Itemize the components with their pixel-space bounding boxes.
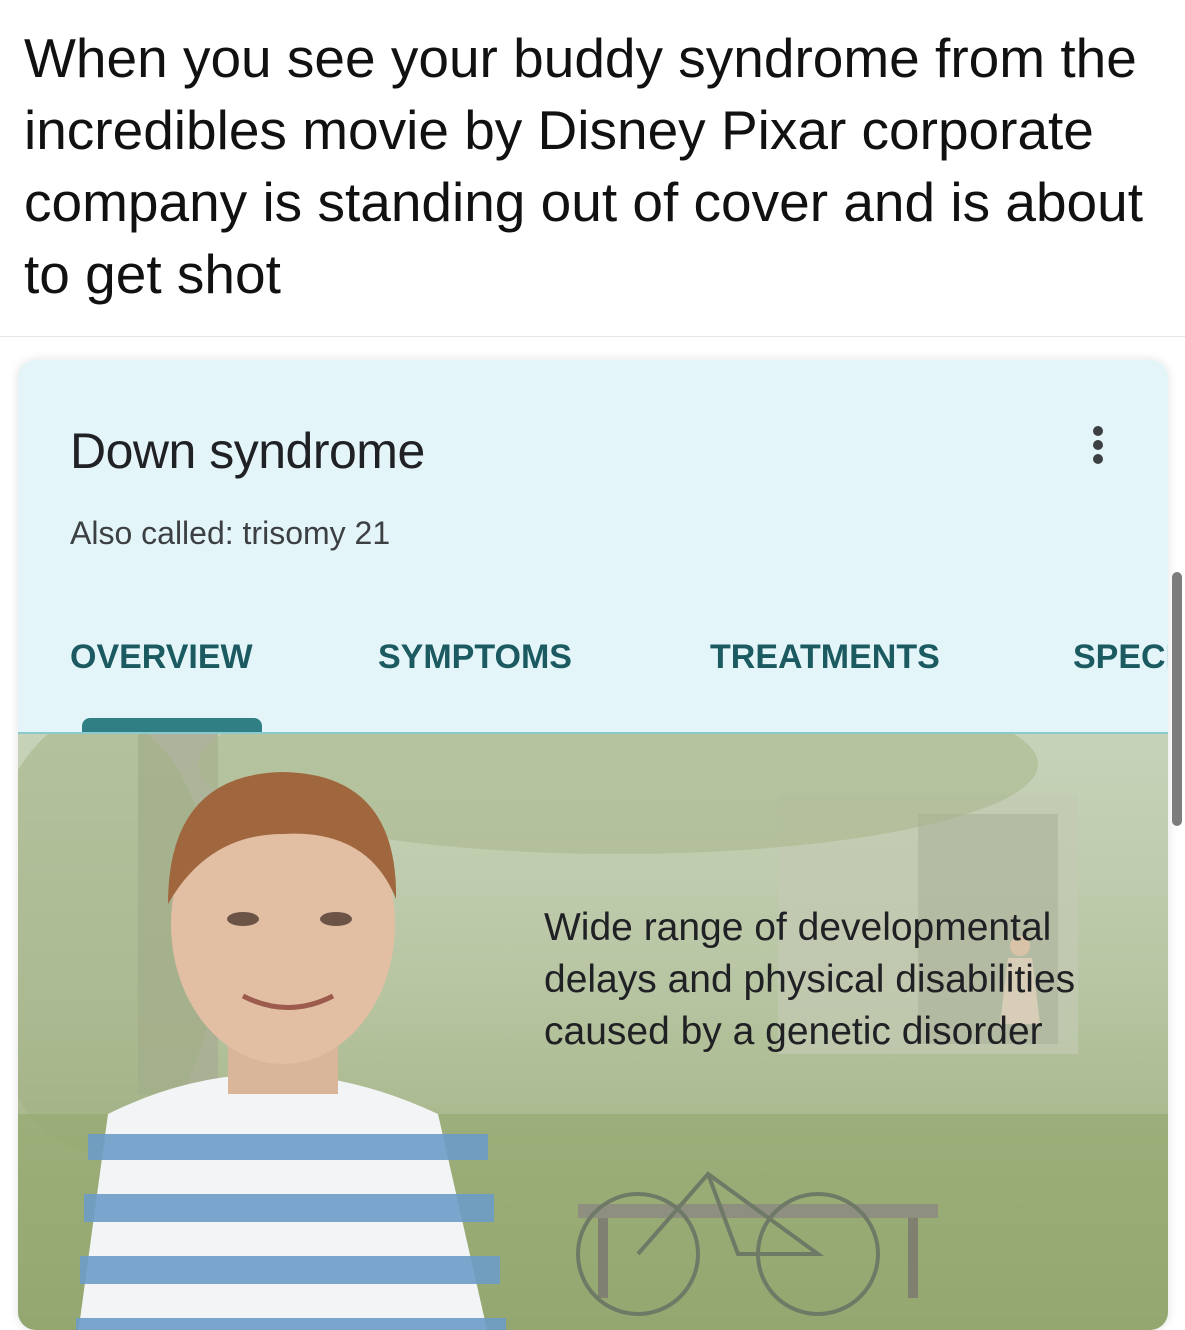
tab-overview[interactable]: OVERVIEW — [70, 638, 253, 677]
tab-treatments[interactable]: TREATMENTS — [710, 638, 940, 677]
knowledge-panel-header: Down syndrome Also called: trisomy 21 OV… — [18, 360, 1168, 732]
shirt-stripe — [84, 1194, 494, 1222]
panel-subtitle: Also called: trisomy 21 — [70, 515, 391, 551]
hero-illustration: Wide range of developmental delays and p… — [18, 732, 1168, 1330]
tab-bar: OVERVIEW SYMPTOMS TREATMENTS SPECIALISTS — [18, 630, 1168, 732]
more-vert-icon-dot — [1093, 454, 1103, 464]
shirt-stripe — [80, 1256, 500, 1284]
selected-tab-indicator — [82, 718, 262, 732]
meme-caption: When you see your buddy syndrome from th… — [24, 27, 1144, 305]
bench-leg — [908, 1218, 918, 1298]
tab-specialists[interactable]: SPECIALISTS — [1073, 638, 1168, 677]
more-vert-icon — [1093, 426, 1103, 436]
more-options-button[interactable] — [1078, 418, 1118, 468]
tab-symptoms[interactable]: SYMPTOMS — [378, 638, 572, 677]
bench-leg — [598, 1218, 608, 1298]
caption-divider — [0, 336, 1185, 337]
hero-description: Wide range of developmental delays and p… — [544, 906, 1076, 1053]
boy-eye — [227, 912, 259, 926]
panel-title: Down syndrome — [70, 423, 425, 479]
boy-eye — [320, 912, 352, 926]
scrollbar-thumb[interactable] — [1172, 572, 1182, 826]
shirt-stripe — [88, 1134, 488, 1160]
shirt-stripe — [76, 1318, 506, 1330]
more-vert-icon-dot — [1093, 440, 1103, 450]
knowledge-panel-card: Down syndrome Also called: trisomy 21 OV… — [18, 360, 1168, 1330]
